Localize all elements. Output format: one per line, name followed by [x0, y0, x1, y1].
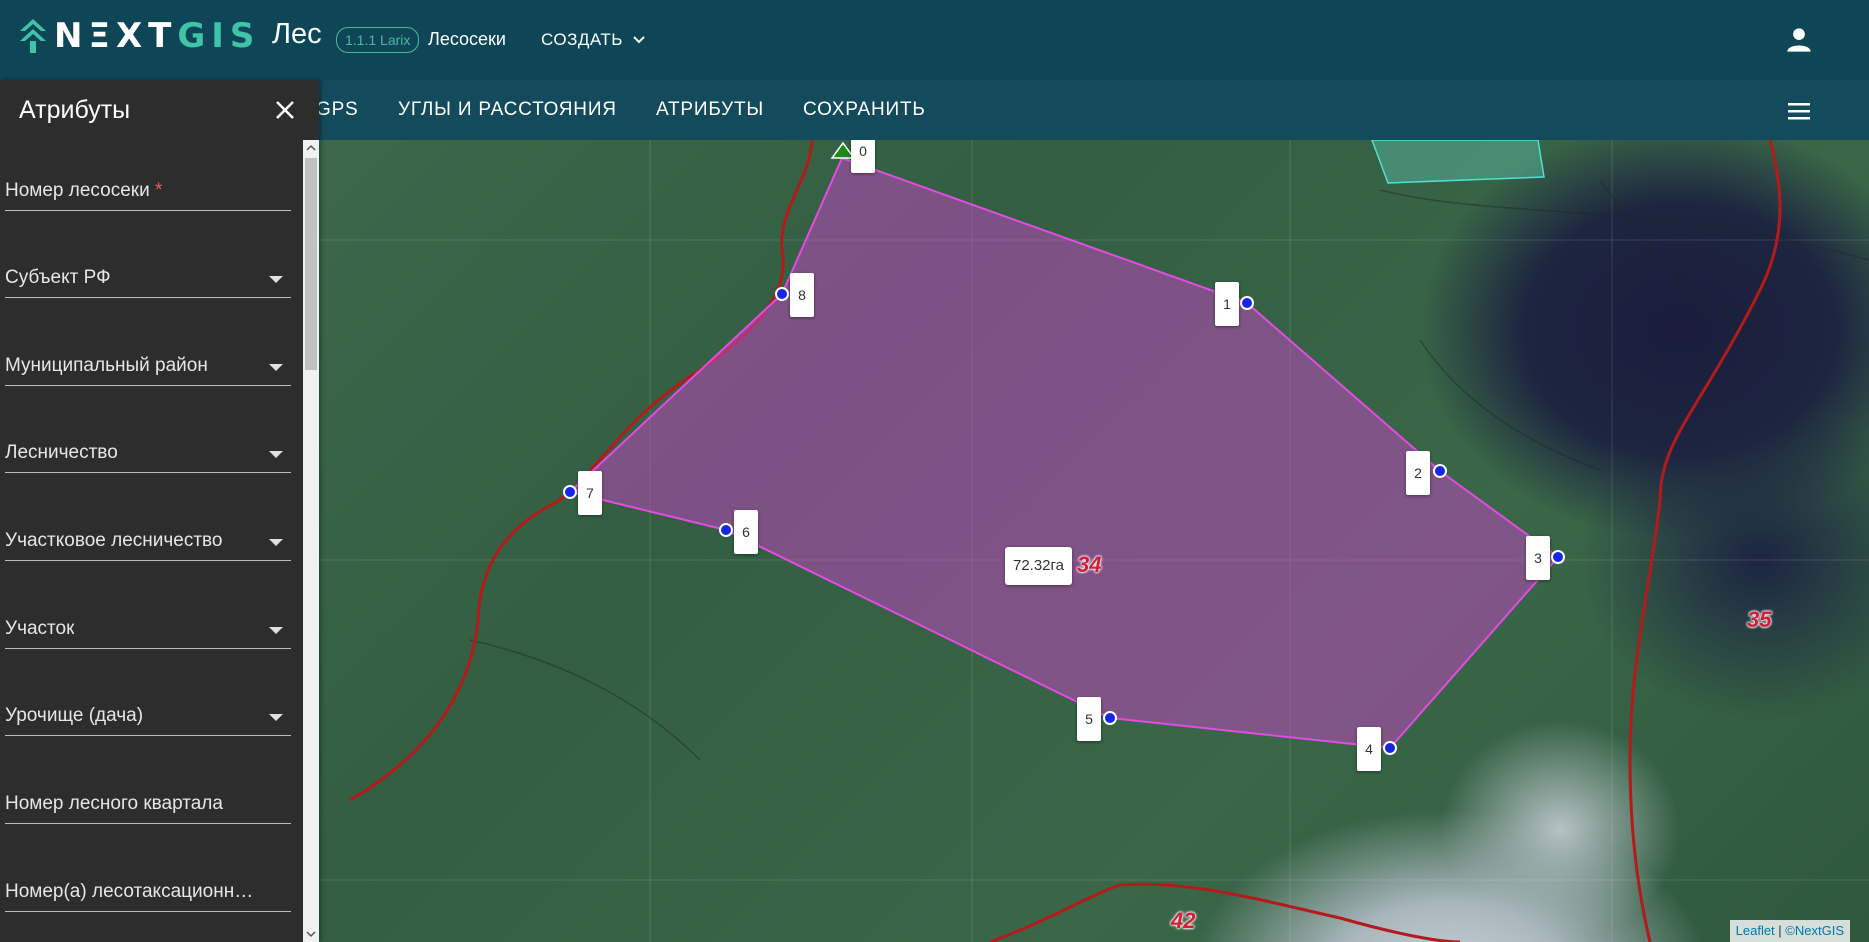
create-menu-label: СОЗДАТЬ: [541, 30, 623, 49]
field-label: Субъект РФ: [5, 267, 111, 288]
field-label: Участок: [5, 618, 75, 639]
field-label: Участковое лесничество: [5, 530, 223, 551]
field-label: Муниципальный район: [5, 355, 208, 376]
nextgis-link[interactable]: ©NextGIS: [1785, 923, 1844, 938]
vertex-dot-2[interactable]: [1433, 464, 1447, 478]
brand-wordmark: NΞXTGIS: [54, 16, 260, 56]
toolbar-angles-distances[interactable]: УГЛЫ И РАССТОЯНИЯ: [398, 99, 617, 121]
adjacent-parcel[interactable]: [1371, 140, 1545, 184]
plot-select[interactable]: Участок: [5, 604, 291, 649]
dropdown-arrow-icon: [269, 451, 283, 458]
brand-accent: GIS: [177, 16, 261, 56]
area-label: 72.32га: [1005, 547, 1072, 585]
vertex-marker-6[interactable]: 6: [734, 510, 758, 554]
tract-select[interactable]: Урочище (дача): [5, 691, 291, 736]
forestry-select[interactable]: Лесничество: [5, 428, 291, 473]
vertex-marker-1[interactable]: 1: [1215, 282, 1239, 326]
create-menu-button[interactable]: СОЗДАТЬ: [541, 28, 645, 52]
leaflet-link[interactable]: Leaflet: [1736, 923, 1775, 938]
dropdown-arrow-icon: [269, 627, 283, 634]
cutting-number-field[interactable]: Номер лесосеки *: [5, 166, 291, 211]
vertex-marker-7[interactable]: 7: [578, 471, 602, 515]
vertex-dot-4[interactable]: [1383, 741, 1397, 755]
scroll-up-arrow-icon[interactable]: [303, 140, 319, 156]
vertex-dot-5[interactable]: [1103, 711, 1117, 725]
version-badge: 1.1.1 Larix: [336, 27, 420, 53]
toolbar-save[interactable]: СОХРАНИТЬ: [803, 99, 926, 121]
map-attribution: Leaflet | ©NextGIS: [1729, 920, 1850, 942]
vertex-marker-5[interactable]: 5: [1077, 697, 1101, 741]
dropdown-arrow-icon: [269, 714, 283, 721]
field-label: Номер лесосеки *: [5, 180, 162, 202]
field-label: Лесничество: [5, 442, 118, 463]
field-label: Урочище (дача): [5, 705, 144, 726]
vertex-dot-3[interactable]: [1551, 550, 1565, 564]
quarter-number-34: 34: [1077, 552, 1102, 577]
subject-rf-select[interactable]: Субъект РФ: [5, 253, 291, 298]
vertex-marker-8[interactable]: 8: [790, 273, 814, 317]
cutting-number-label: Номер лесосеки: [5, 180, 150, 201]
nextgis-logo-icon: [20, 19, 46, 53]
dropdown-arrow-icon: [269, 364, 283, 371]
panel-title: Атрибуты: [19, 96, 131, 124]
toolbar-attributes[interactable]: АТРИБУТЫ: [656, 99, 764, 121]
dropdown-arrow-icon: [269, 539, 283, 546]
vertex-dot-8[interactable]: [775, 287, 789, 301]
scroll-down-arrow-icon[interactable]: [303, 926, 319, 942]
vertex-dot-6[interactable]: [719, 523, 733, 537]
chevron-down-icon: [633, 36, 645, 44]
vertex-dot-1[interactable]: [1240, 296, 1254, 310]
vertex-marker-3[interactable]: 3: [1526, 536, 1550, 580]
required-mark: *: [154, 180, 163, 201]
municipal-district-select[interactable]: Муниципальный район: [5, 341, 291, 386]
vertex-marker-4[interactable]: 4: [1357, 727, 1381, 771]
taxation-units-field[interactable]: Номер(а) лесотаксационн…: [5, 867, 291, 912]
app-header: NΞXTGIS Лес 1.1.1 Larix Лесосеки СОЗДАТЬ: [0, 0, 1869, 80]
vertex-dot-7[interactable]: [563, 485, 577, 499]
attributes-panel: Атрибуты Номер лесосеки * Субъект РФ Мун…: [0, 80, 319, 942]
district-forestry-select[interactable]: Участковое лесничество: [5, 516, 291, 561]
quarter-number-42: 42: [1171, 908, 1196, 933]
vertex-marker-0[interactable]: 0: [851, 140, 875, 173]
toolbar-gps[interactable]: GPS: [316, 99, 359, 121]
quarter-number-35: 35: [1747, 607, 1772, 632]
attributes-form: Номер лесосеки * Субъект РФ Муниципальны…: [0, 140, 303, 942]
attribution-separator: |: [1774, 923, 1786, 938]
field-label: Номер(а) лесотаксационн…: [5, 881, 254, 902]
hamburger-menu-icon[interactable]: [1785, 101, 1813, 121]
close-icon[interactable]: [274, 99, 296, 121]
forest-quarter-number-field[interactable]: Номер лесного квартала: [5, 779, 291, 824]
brand-main: NΞXT: [54, 16, 178, 56]
scrollbar-thumb[interactable]: [305, 158, 317, 370]
nextgis-logo[interactable]: NΞXTGIS: [20, 16, 260, 56]
app-name: Лес: [272, 18, 322, 50]
dropdown-arrow-icon: [269, 276, 283, 283]
panel-scrollbar[interactable]: [303, 140, 319, 942]
user-icon[interactable]: [1785, 26, 1813, 54]
section-name[interactable]: Лесосеки: [428, 29, 506, 50]
vertex-marker-2[interactable]: 2: [1406, 451, 1430, 495]
field-label: Номер лесного квартала: [5, 793, 223, 814]
